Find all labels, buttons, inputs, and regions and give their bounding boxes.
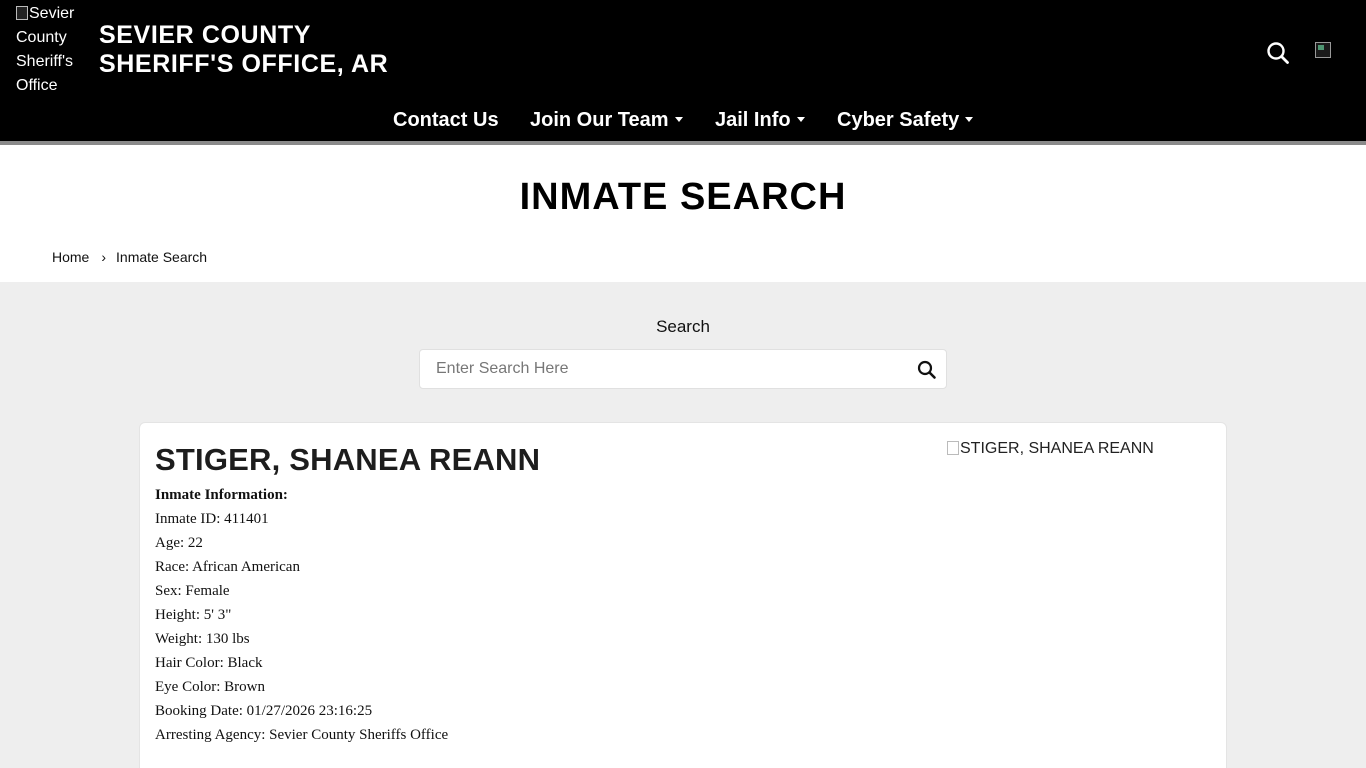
nav-item-cyber-safety[interactable]: Cyber Safety — [837, 104, 974, 136]
search-input[interactable] — [420, 350, 910, 388]
broken-image-icon — [947, 441, 959, 455]
info-value: African American — [192, 559, 300, 575]
nav-item-label: Cyber Safety — [837, 109, 960, 131]
header-divider — [0, 141, 1366, 145]
nav-item-contact-us[interactable]: Contact Us — [393, 104, 499, 136]
search-button[interactable] — [916, 359, 938, 381]
info-value: Black — [227, 655, 263, 671]
inmate-info: Inmate Information: Inmate ID: 411401 Ag… — [155, 483, 448, 747]
nav-item-label: Contact Us — [393, 109, 499, 131]
broken-image-icon — [16, 6, 28, 20]
nav-item-join-our-team[interactable]: Join Our Team — [530, 104, 683, 136]
info-row-race: Race: African American — [155, 555, 448, 579]
main-nav: Contact Us Join Our Team Jail Info Cyber… — [0, 104, 1366, 138]
info-value: 130 lbs — [205, 631, 250, 647]
breadcrumb-current: Inmate Search — [116, 249, 208, 265]
info-row-age: Age: 22 — [155, 531, 448, 555]
breadcrumb: Home › Inmate Search — [52, 248, 207, 266]
search-form — [419, 349, 947, 389]
info-label: Booking Date: — [155, 703, 243, 719]
caret-down-icon — [674, 117, 683, 122]
info-label: Weight: — [155, 631, 203, 647]
site-logo[interactable]: Sevier County Sheriff's Office — [16, 2, 96, 98]
info-label: Race: — [155, 559, 190, 575]
breadcrumb-home-link[interactable]: Home — [52, 249, 89, 265]
inmate-info-heading: Inmate Information: — [155, 487, 288, 503]
nav-item-label: Jail Info — [715, 109, 791, 131]
info-value: Female — [185, 583, 230, 599]
info-row-height: Height: 5' 3" — [155, 603, 448, 627]
info-row-inmate-id: Inmate ID: 411401 — [155, 507, 448, 531]
info-label: Hair Color: — [155, 655, 224, 671]
info-value: Sevier County Sheriffs Office — [269, 727, 449, 743]
info-label: Age: — [155, 535, 185, 551]
info-label: Eye Color: — [155, 679, 221, 695]
page-title: INMATE SEARCH — [519, 176, 847, 218]
info-row-hair-color: Hair Color: Black — [155, 651, 448, 675]
info-value: Brown — [224, 679, 265, 695]
info-row-eye-color: Eye Color: Brown — [155, 675, 448, 699]
broken-image-icon[interactable] — [1315, 42, 1331, 58]
info-label: Sex: — [155, 583, 182, 599]
site-title-line2: SHERIFF'S OFFICE, AR — [99, 50, 389, 78]
site-title-line1: SEVIER COUNTY — [99, 21, 311, 49]
search-icon — [917, 360, 936, 379]
info-value: 411401 — [224, 511, 269, 527]
info-row-arresting-agency: Arresting Agency: Sevier County Sheriffs… — [155, 723, 448, 747]
inmate-photo-alt-text: STIGER, SHANEA REANN — [960, 440, 1154, 457]
info-label: Arresting Agency: — [155, 727, 266, 743]
search-label: Search — [656, 317, 710, 336]
inmate-name: STIGER, SHANEA REANN — [155, 442, 541, 477]
info-row-sex: Sex: Female — [155, 579, 448, 603]
info-label: Height: — [155, 607, 200, 623]
caret-down-icon — [796, 117, 805, 122]
nav-item-jail-info[interactable]: Jail Info — [715, 104, 805, 136]
info-value: 01/27/2026 23:16:25 — [246, 703, 373, 719]
search-icon[interactable] — [1265, 40, 1291, 66]
info-label: Inmate ID: — [155, 511, 221, 527]
site-title[interactable]: SEVIER COUNTY SHERIFF'S OFFICE, AR — [99, 21, 388, 79]
inmate-photo: STIGER, SHANEA REANN — [947, 440, 1154, 458]
info-value: 5' 3" — [203, 607, 232, 623]
breadcrumb-separator: › — [101, 249, 107, 265]
info-value: 22 — [187, 535, 203, 551]
caret-down-icon — [965, 117, 974, 122]
info-row-booking-date: Booking Date: 01/27/2026 23:16:25 — [155, 699, 448, 723]
info-row-weight: Weight: 130 lbs — [155, 627, 448, 651]
nav-item-label: Join Our Team — [530, 109, 669, 131]
